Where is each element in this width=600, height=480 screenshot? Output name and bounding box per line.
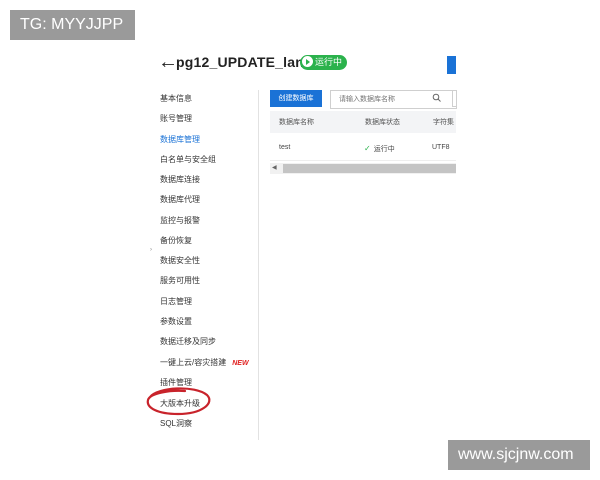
horizontal-scrollbar[interactable]: ◀	[270, 163, 456, 174]
watermark-top-left: TG: MYYJJPP	[10, 10, 135, 40]
row-db-charset: UTF8	[432, 144, 450, 151]
column-header-charset: 字符集	[433, 119, 454, 126]
scrollbar-thumb[interactable]	[283, 164, 456, 173]
row-db-name: test	[279, 144, 291, 151]
column-header-status: 数据库状态	[365, 119, 400, 126]
more-options-button[interactable]	[452, 90, 457, 107]
create-database-button[interactable]: 创建数据库	[270, 90, 322, 107]
red-circle-annotation	[146, 387, 211, 416]
table-header: 数据库名称 数据库状态 字符集	[270, 111, 456, 133]
row-db-status: ✓ 运行中	[364, 144, 395, 153]
column-header-name: 数据库名称	[279, 119, 314, 126]
watermark-bottom-right: www.sjcjnw.com	[448, 440, 590, 470]
row-divider	[270, 160, 456, 161]
check-icon: ✓	[364, 144, 371, 153]
main-content: 创建数据库 数据库名称 数据库状态 字符集 test ✓运行中 UTF8 ◀	[150, 40, 457, 440]
search-icon[interactable]	[432, 93, 442, 103]
scroll-left-icon[interactable]: ◀	[272, 165, 277, 172]
